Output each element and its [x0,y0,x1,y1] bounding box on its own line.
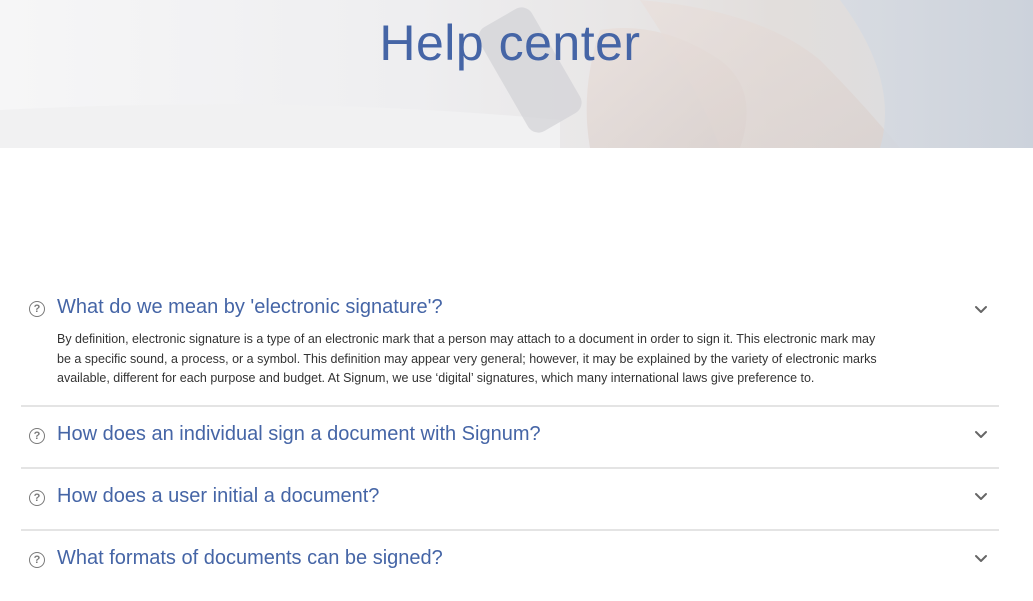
faq-question-header[interactable]: ? How does a user initial a document? [21,469,999,529]
question-circle-icon: ? [29,427,45,444]
faq-question-text[interactable]: What do we mean by 'electronic signature… [57,296,443,319]
hero-banner: Help center [0,0,1033,148]
faq-question-text[interactable]: What formats of documents can be signed? [57,547,443,570]
chevron-down-icon[interactable] [973,302,989,318]
faq-question-header[interactable]: ? What do we mean by 'electronic signatu… [21,280,999,336]
faq-item: ? How does a user initial a document? [21,469,999,531]
faq-question-text[interactable]: How does an individual sign a document w… [57,423,541,446]
faq-question-header[interactable]: ? How does an individual sign a document… [21,407,999,467]
faq-question-header[interactable]: ? What formats of documents can be signe… [21,531,999,591]
faq-item: ? What formats of documents can be signe… [21,531,999,591]
chevron-down-icon[interactable] [973,551,989,567]
question-circle-icon: ? [29,489,45,506]
faq-question-text[interactable]: How does a user initial a document? [57,485,379,508]
chevron-down-icon[interactable] [973,489,989,505]
faq-item: ? What do we mean by 'electronic signatu… [21,280,999,407]
chevron-down-icon[interactable] [973,427,989,443]
page-title: Help center [379,15,641,71]
question-circle-icon: ? [29,551,45,568]
question-circle-icon: ? [29,301,45,317]
faq-list: ? What do we mean by 'electronic signatu… [21,280,999,591]
faq-answer-text: By definition, electronic signature is a… [57,332,877,385]
faq-item: ? How does an individual sign a document… [21,407,999,469]
